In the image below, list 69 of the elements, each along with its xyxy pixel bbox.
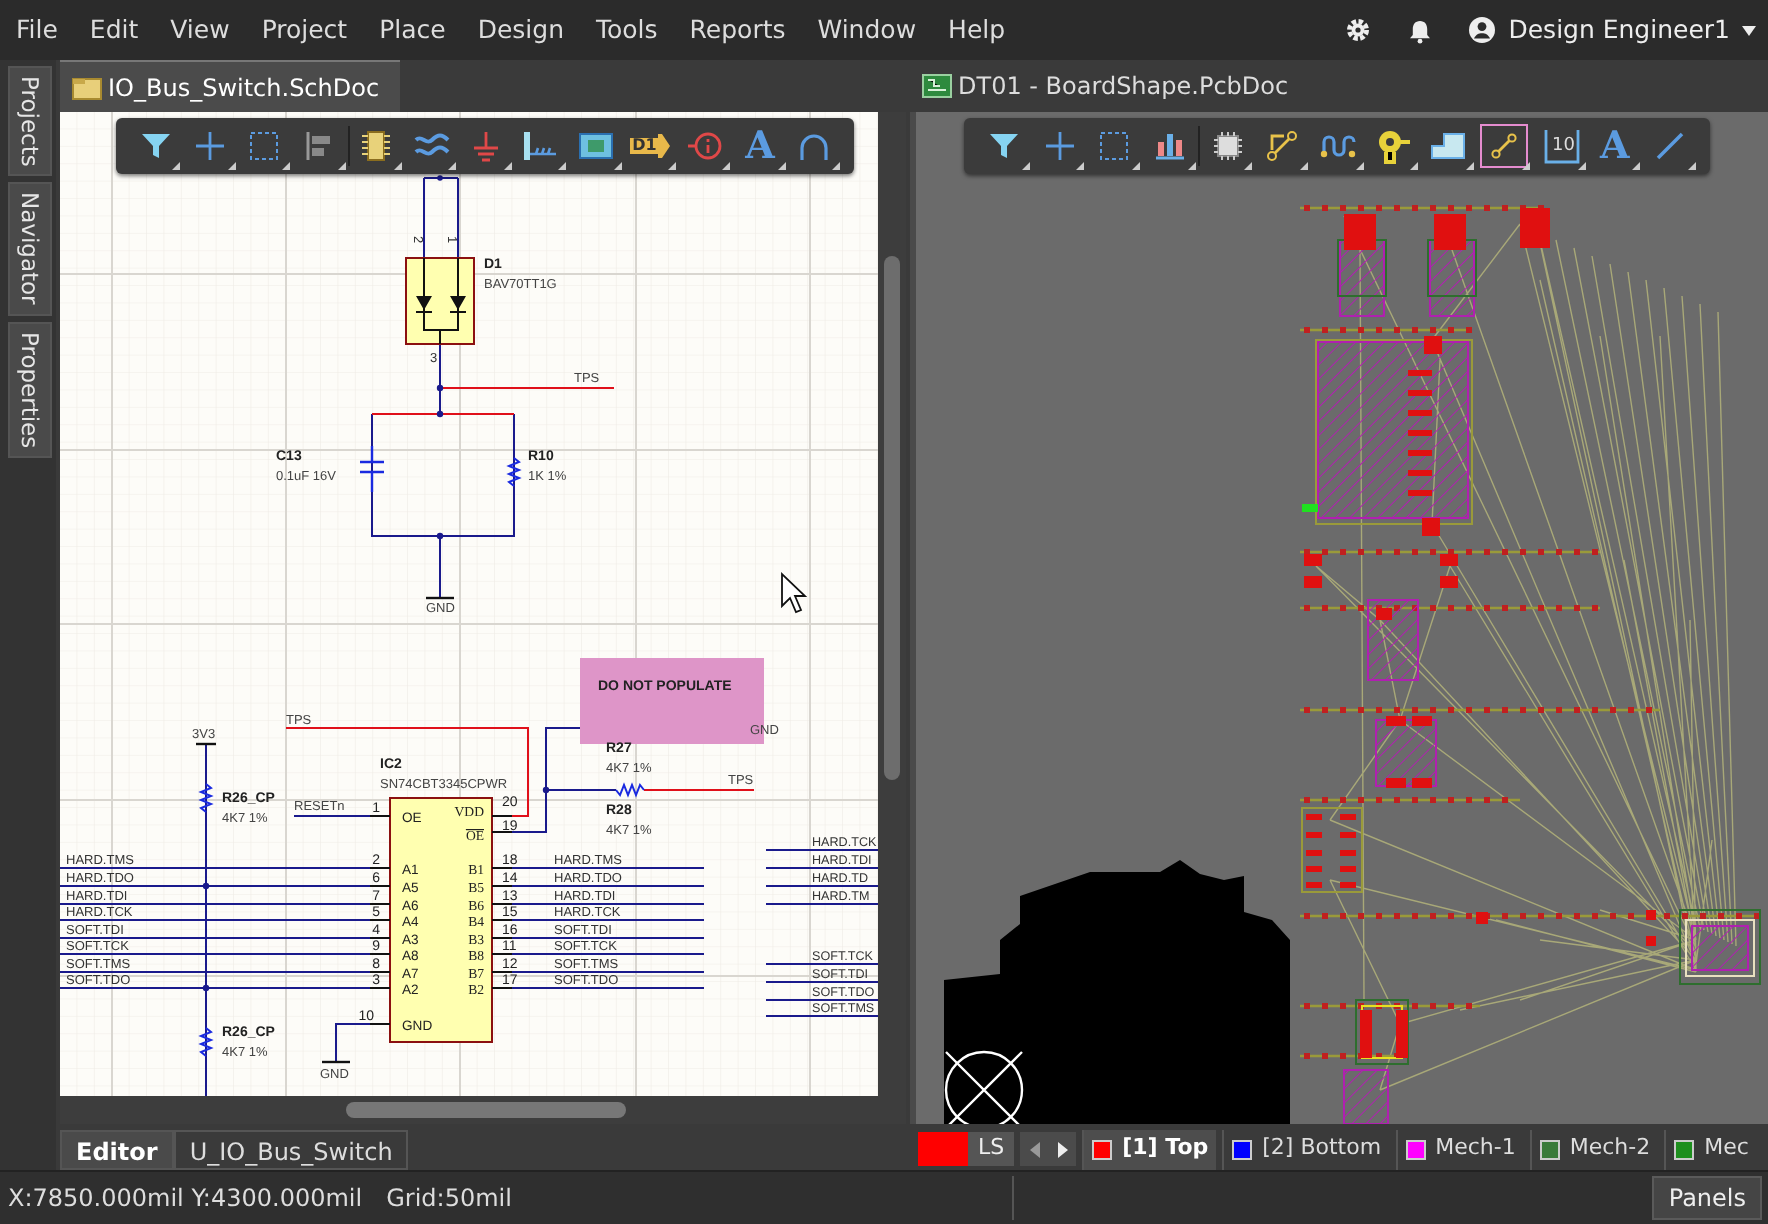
text-button[interactable]: A <box>1587 120 1643 172</box>
resistor-symbol <box>198 783 214 813</box>
keyhole-icon <box>1375 128 1412 164</box>
selection-rectangle-icon <box>1098 130 1131 162</box>
menu-item[interactable]: Place <box>363 11 462 49</box>
grid-size: Grid:50mil <box>386 1182 512 1216</box>
menu-item[interactable]: Design <box>461 11 580 49</box>
wave-icon <box>413 130 450 162</box>
menu-item[interactable]: File <box>0 11 74 49</box>
resistor-symbol <box>506 457 522 487</box>
document-tab[interactable]: DT01 - BoardShape.PcbDoc <box>910 60 1301 112</box>
line-icon <box>1654 130 1687 162</box>
selection-rectangle-icon <box>248 130 281 162</box>
menu-item[interactable]: Project <box>245 11 364 49</box>
editor-tab[interactable]: Editor <box>60 1130 174 1170</box>
caret-icon <box>1742 25 1756 35</box>
bell-icon <box>1408 17 1433 43</box>
probe-icon <box>687 130 724 162</box>
text-button[interactable]: A <box>732 120 788 172</box>
origin-marker-icon <box>944 1050 1024 1124</box>
chip-icon <box>1211 130 1244 162</box>
editor-tab[interactable]: U_IO_Bus_Switch <box>173 1130 409 1170</box>
menu-item[interactable]: Window <box>801 11 933 49</box>
ground-icon <box>470 130 503 162</box>
arc-icon <box>798 130 831 162</box>
meander-icon <box>1319 132 1356 160</box>
panels-button[interactable]: Panels <box>1652 1176 1762 1220</box>
circuit-board-icon <box>922 74 952 98</box>
align-icon <box>303 130 336 162</box>
user-name[interactable]: Design Engineer1 <box>1508 11 1730 49</box>
ratsnest-icon <box>1488 130 1521 162</box>
polygon-icon <box>1430 132 1467 160</box>
bar-chart-icon <box>1153 130 1186 162</box>
tag-icon <box>658 132 671 160</box>
panel-tab[interactable]: Navigator <box>8 182 52 316</box>
route-icon <box>1266 130 1299 162</box>
resistor-symbol <box>198 1027 214 1057</box>
menu-item[interactable]: Help <box>932 11 1022 49</box>
bracket-icon <box>1543 128 1580 164</box>
document-tab[interactable]: IO_Bus_Switch.SchDoc <box>60 60 400 112</box>
layer-tab[interactable]: [1] Top <box>1082 1129 1217 1169</box>
dimension-button[interactable]: 10 <box>1531 120 1588 172</box>
port-icon <box>522 130 559 162</box>
panel-tab[interactable]: Projects <box>8 66 52 177</box>
layer-set-button[interactable]: LS <box>968 1132 1015 1166</box>
filter-icon <box>987 130 1020 162</box>
module-icon <box>577 132 614 160</box>
capacitor-symbol <box>358 444 386 494</box>
menu-item[interactable]: Tools <box>580 11 674 49</box>
panel-tab[interactable]: Properties <box>8 321 52 458</box>
chip-icon <box>360 130 393 162</box>
filter-icon <box>139 130 172 162</box>
off-sheet-button[interactable]: D1 <box>623 120 678 172</box>
crosshair-icon <box>194 130 227 162</box>
ratsnest-button[interactable] <box>1476 120 1532 172</box>
left-arrow-icon <box>1029 1141 1040 1157</box>
cursor-coordinates: X:7850.000mil Y:4300.000mil <box>8 1182 363 1216</box>
right-arrow-icon <box>1057 1141 1068 1157</box>
next-layer-button[interactable] <box>1048 1132 1077 1166</box>
menu-item[interactable]: Reports <box>673 11 802 49</box>
mouse-pointer-icon <box>781 571 808 614</box>
diode-symbol <box>405 257 475 345</box>
settings-icon <box>1344 16 1373 44</box>
menu-item[interactable]: Edit <box>73 11 155 49</box>
crosshair-icon <box>1043 130 1076 162</box>
menu-item[interactable]: View <box>154 11 246 49</box>
resistor-symbol <box>615 782 645 798</box>
user-avatar-icon <box>1468 16 1497 44</box>
folder-icon <box>72 75 102 99</box>
